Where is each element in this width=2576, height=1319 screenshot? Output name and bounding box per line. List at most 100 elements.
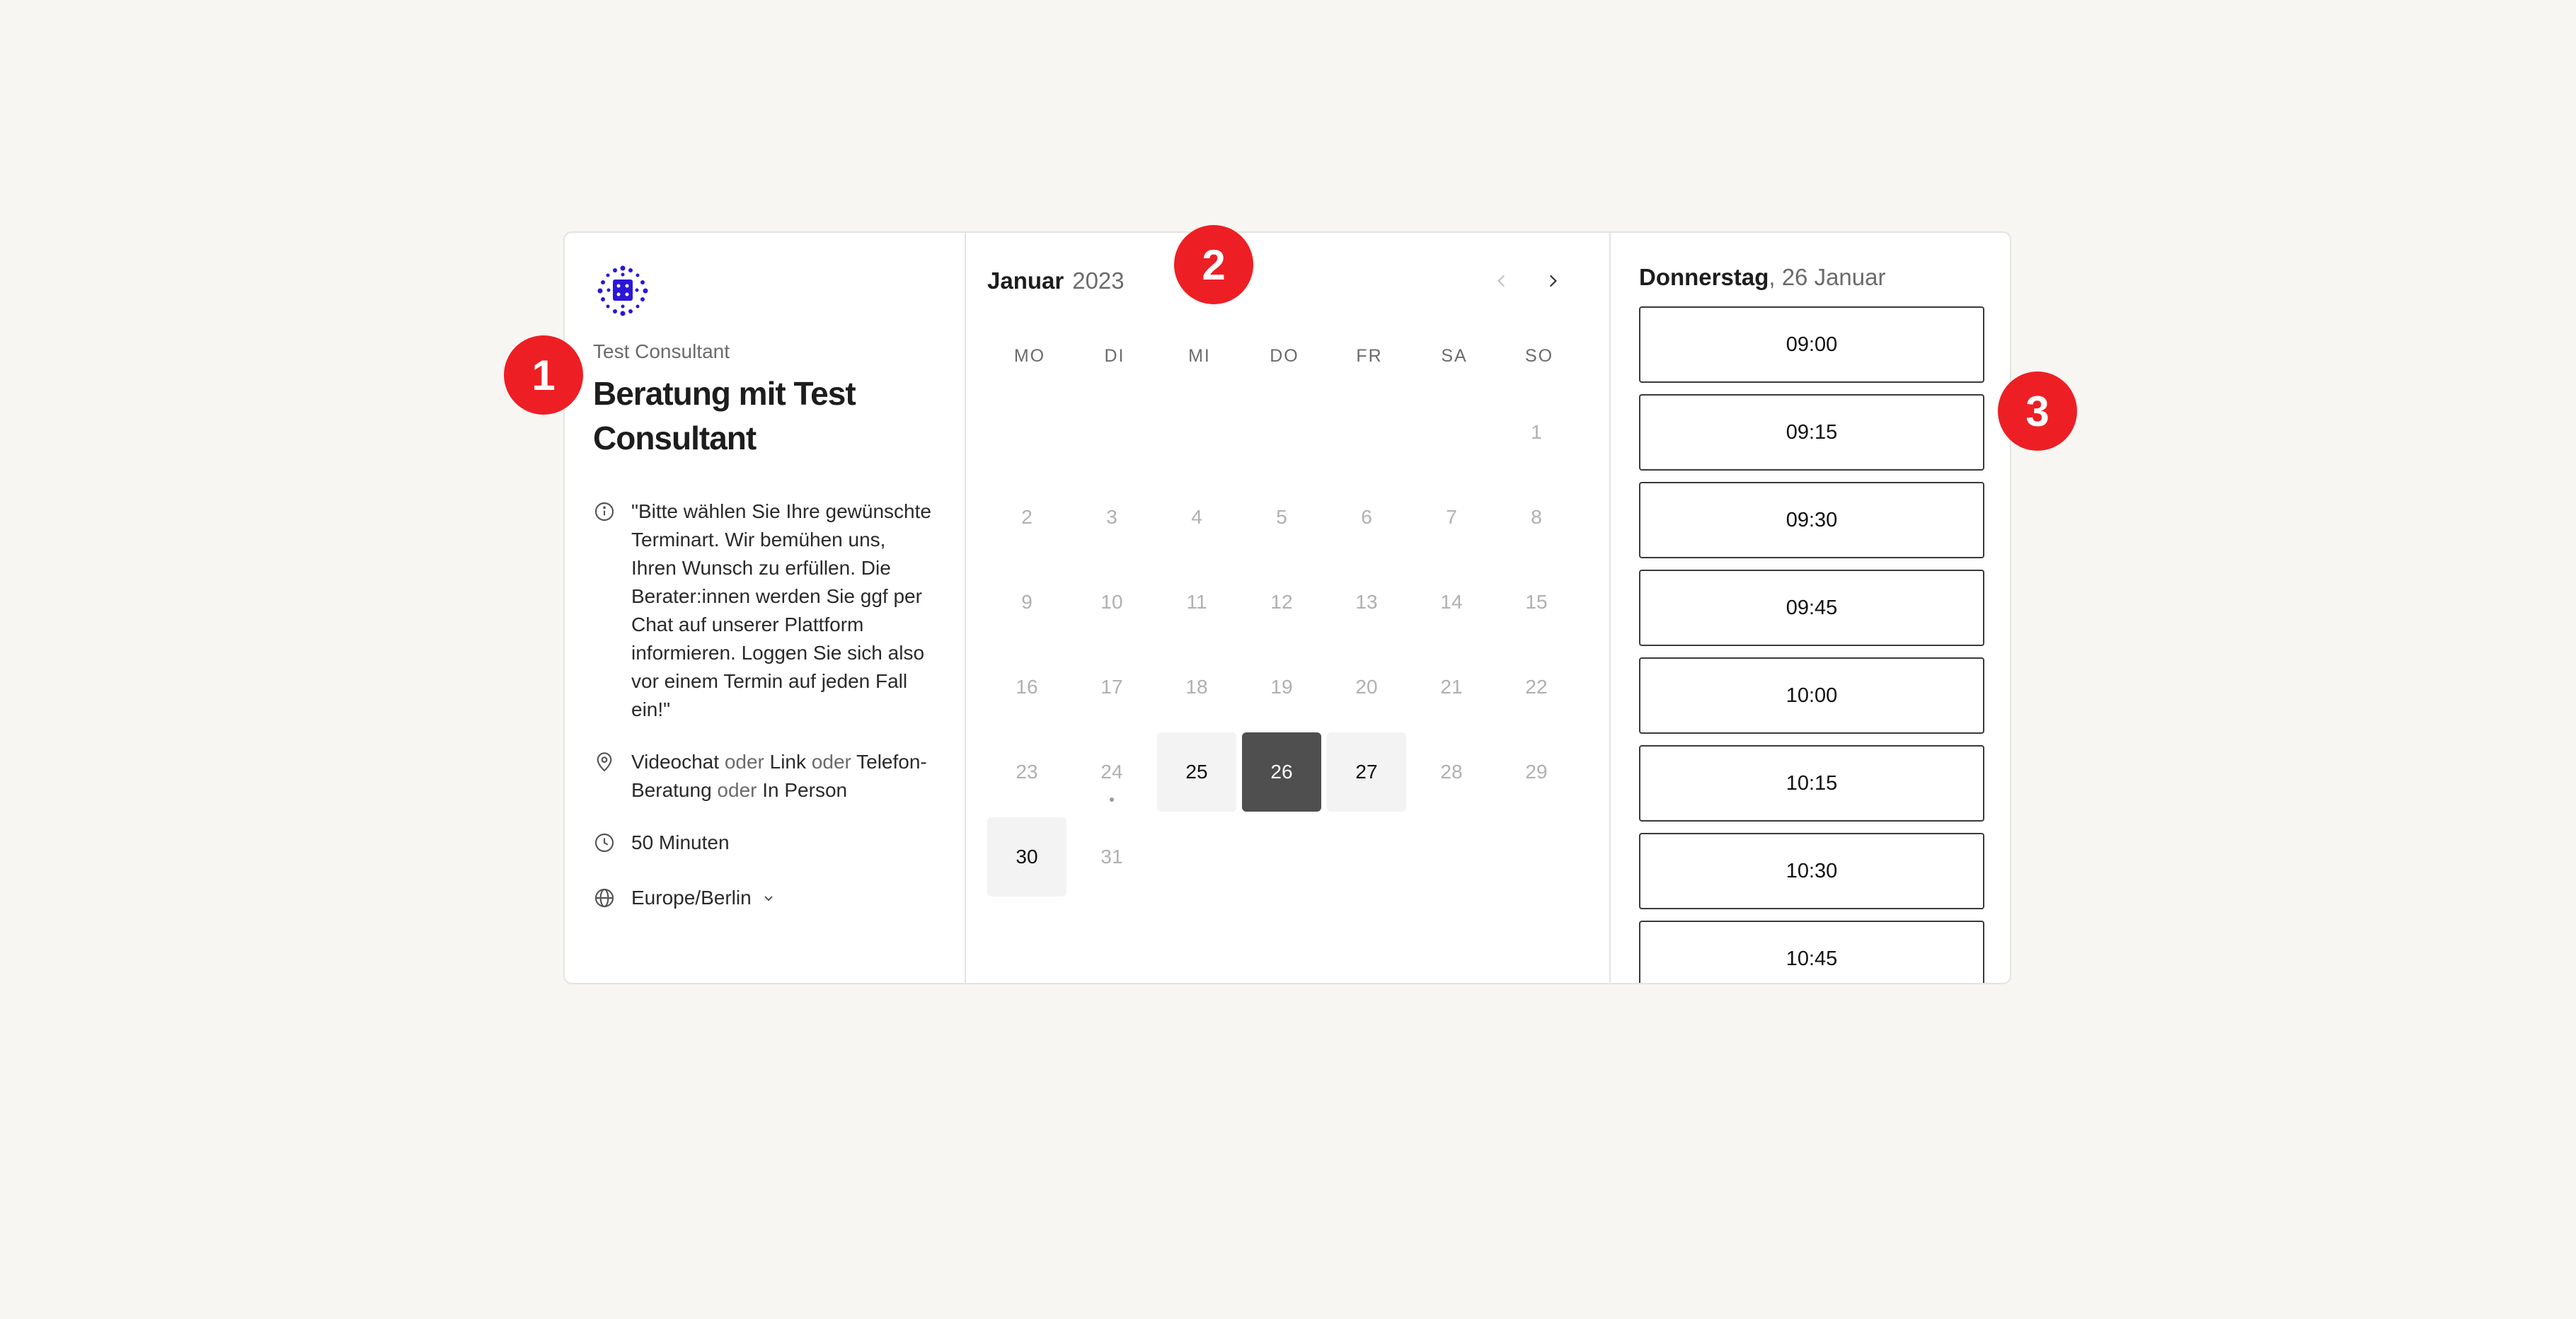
calendar-day-30[interactable]: 30 [987, 817, 1066, 897]
consultant-name: Test Consultant [593, 340, 730, 362]
annotation-marker-2: 2 [1174, 225, 1253, 304]
chevron-down-icon [764, 896, 773, 902]
calendar-day-number: 13 [1355, 591, 1378, 613]
calendar-day-number: 11 [1186, 591, 1207, 613]
calendar-days-grid: 1 2 3 4 5 6 7 8 9 10 11 12 13 14 15 16 17 18 19 20 21 22 23 24 2… [987, 393, 1576, 897]
calendar-day-18: 18 [1157, 647, 1236, 727]
timezone-row: Europe/Berlin [593, 884, 936, 912]
calendar-day-number: 4 [1191, 506, 1202, 528]
map-pin-icon [597, 752, 612, 772]
calendar-day-28: 28 [1412, 732, 1491, 812]
booking-widget: Test Consultant Beratung mit Test Consul… [563, 231, 2011, 984]
time-slot-button[interactable]: 09:30 [1639, 482, 1984, 558]
time-slot-button[interactable]: 10:30 [1639, 833, 1984, 909]
description-text: "Bitte wählen Sie Ihre gewünschte Termin… [631, 500, 931, 720]
calendar-day-number: 10 [1100, 591, 1123, 613]
calendar-day-17: 17 [1072, 647, 1151, 727]
calendar-day-number: 8 [1531, 506, 1542, 528]
calendar-day-5: 5 [1242, 478, 1321, 557]
calendar-day-number: 27 [1355, 761, 1378, 783]
calendar-year: 2023 [1072, 267, 1125, 294]
calendar-nav [1489, 268, 1565, 294]
calendar-day-11: 11 [1157, 563, 1236, 642]
event-title: Beratung mit Test Consultant [593, 375, 856, 456]
calendar-day-27[interactable]: 27 [1327, 732, 1406, 812]
calendar-day-number: 21 [1440, 676, 1463, 698]
calendar-day-23: 23 [987, 732, 1066, 812]
weekday-label: DO [1270, 346, 1299, 366]
weekday-label: MI [1188, 346, 1211, 366]
time-slot-button[interactable]: 09:00 [1639, 306, 1984, 383]
time-slot-button[interactable]: 09:45 [1639, 570, 1984, 646]
location-separator: oder [717, 779, 757, 801]
calendar-day-number: 12 [1270, 591, 1293, 613]
calendar-day-number: 22 [1525, 676, 1548, 698]
calendar-day-20: 20 [1327, 647, 1406, 727]
calendar-day-21: 21 [1412, 647, 1491, 727]
calendar-day-29: 29 [1497, 732, 1576, 812]
calendar-day-2: 2 [987, 478, 1066, 557]
calendar-day-14: 14 [1412, 563, 1491, 642]
location-option-link: Link [769, 751, 807, 773]
calendar-day-number: 6 [1361, 506, 1372, 528]
calendar-day-25[interactable]: 25 [1157, 732, 1236, 812]
time-slot-list: 09:00 09:15 09:30 09:45 10:00 10:15 10:30 10:45 [1639, 306, 1984, 983]
time-slot-button[interactable]: 10:15 [1639, 745, 1984, 822]
calendar-day-number: 26 [1270, 761, 1293, 783]
time-slot-button[interactable]: 10:45 [1639, 921, 1984, 983]
calendar-month: Januar [987, 267, 1064, 294]
timezone-select[interactable]: Europe/Berlin [631, 884, 777, 912]
chevron-right-icon [1549, 275, 1557, 287]
calendar-day-15: 15 [1497, 563, 1576, 642]
event-locations: Videochat oder Link oder Telefon-Beratun… [593, 748, 936, 805]
weekday-label: SA [1441, 346, 1468, 366]
timezone-value: Europe/Berlin [631, 887, 752, 909]
selected-date-heading: Donnerstag, 26 Januar [1639, 264, 1982, 291]
location-option-videochat: Videochat [631, 751, 720, 773]
location-separator: oder [811, 751, 851, 773]
calendar-day-number: 1 [1531, 421, 1542, 443]
selected-weekday: Donnerstag [1639, 264, 1769, 290]
annotation-marker-1: 1 [504, 335, 583, 415]
selected-date: , 26 Januar [1769, 264, 1886, 290]
calendar-panel: Januar 2023 MO DI MI DO FR SA SO 1 2 3 4 5 6 7 8 9 10 11… [966, 233, 1611, 983]
previous-month-button[interactable] [1489, 268, 1514, 294]
weekday-header: MO DI MI DO FR SA SO [987, 346, 1582, 367]
calendar-day-number: 18 [1185, 676, 1208, 698]
calendar-day-number: 28 [1440, 761, 1463, 783]
calendar-day-number: 23 [1016, 761, 1038, 783]
calendar-day-7: 7 [1412, 478, 1491, 557]
calendar-day-number: 17 [1100, 676, 1123, 698]
time-slots-panel: Donnerstag, 26 Januar 09:00 09:15 09:30 09:… [1611, 233, 2010, 983]
calendar-day-16: 16 [987, 647, 1066, 727]
calendar-day-12: 12 [1242, 563, 1321, 642]
time-slot-button[interactable]: 10:00 [1639, 657, 1984, 734]
event-description: "Bitte wählen Sie Ihre gewünschte Termin… [593, 497, 936, 724]
weekday-label: MO [1013, 346, 1046, 366]
calendar-day-empty [1327, 393, 1406, 472]
calendar-day-number: 5 [1276, 506, 1287, 528]
today-indicator-dot [1110, 797, 1114, 802]
info-icon [594, 502, 614, 522]
calendar-day-number: 16 [1016, 676, 1038, 698]
chevron-left-icon [1497, 275, 1505, 287]
annotation-marker-3: 3 [1998, 371, 2077, 451]
calendar-day-26[interactable]: 26 [1242, 732, 1321, 812]
calendar-day-8: 8 [1497, 478, 1576, 557]
location-separator: oder [724, 751, 764, 773]
locations-text: Videochat oder Link oder Telefon-Beratun… [631, 748, 936, 805]
calendar-header: Januar 2023 [987, 261, 1588, 301]
calendar-day-4: 4 [1157, 478, 1236, 557]
time-slot-button[interactable]: 09:15 [1639, 394, 1984, 471]
calendar-day-number: 14 [1440, 591, 1463, 613]
clock-icon [594, 833, 614, 853]
calendar-day-13: 13 [1327, 563, 1406, 642]
weekday-label: SO [1524, 346, 1554, 366]
calendar-day-number: 24 [1100, 761, 1123, 783]
location-option-in-person: In Person [762, 779, 848, 801]
duration-text: 50 Minuten [631, 831, 730, 853]
next-month-button[interactable] [1540, 268, 1565, 294]
weekday-label: FR [1356, 346, 1383, 366]
calendar-day-number: 29 [1525, 761, 1548, 783]
calendar-day-number: 31 [1100, 846, 1123, 868]
